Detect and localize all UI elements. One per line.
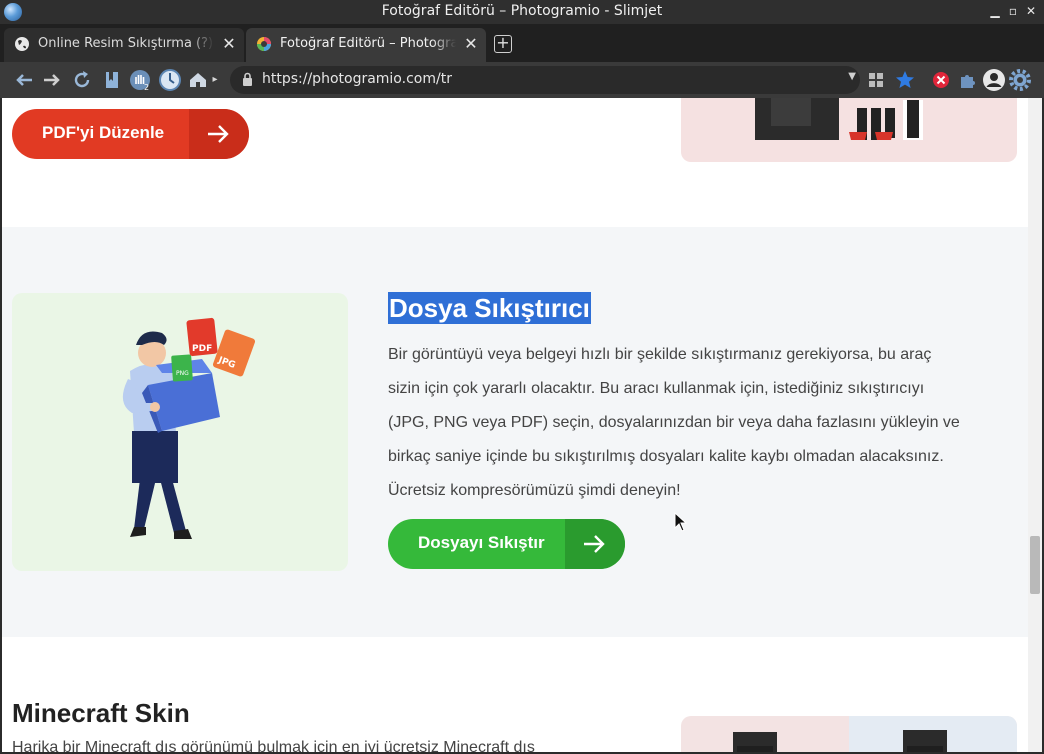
address-bar[interactable]: https://photogramio.com/tr ▼: [230, 66, 860, 94]
new-tab-button[interactable]: +: [494, 35, 512, 53]
arrow-right-icon: [565, 519, 625, 569]
browser-toolbar: 2 ▸ https://photogramio.com/tr ▼: [0, 62, 1044, 98]
window-titlebar: Fotoğraf Editörü – Photogramio - Slimjet…: [0, 0, 1044, 24]
bookmark-manager-icon[interactable]: [100, 68, 124, 92]
minecraft-skin-illustration: [681, 716, 1017, 752]
web-page: PDF'yi Düzenle PNG PDF JPG Dosya Sıkıştı…: [2, 98, 1028, 752]
description-line: Ücretsiz kompresörümüzü şimdi deneyin!: [388, 482, 681, 499]
stop-block-icon[interactable]: [929, 68, 953, 92]
vertical-scrollbar[interactable]: [1028, 98, 1042, 752]
compress-file-button[interactable]: Dosyayı Sıkıştır: [388, 519, 625, 569]
minecraft-description: Harika bir Minecraft dış görünümü bulmak…: [12, 739, 535, 752]
pdf-badge: PDF: [192, 344, 212, 354]
photogramio-icon: [257, 37, 271, 51]
edit-pdf-button-label: PDF'yi Düzenle: [42, 123, 165, 142]
arrow-right-icon: [189, 109, 249, 159]
close-window-icon[interactable]: ✕: [1023, 2, 1039, 20]
file-compressor-section: PNG PDF JPG Dosya Sıkıştırıcı Bir görünt…: [2, 227, 1028, 637]
description-line: Bir görüntüyü veya belgeyi hızlı bir şek…: [388, 346, 932, 363]
edit-pdf-button[interactable]: PDF'yi Düzenle: [12, 109, 249, 159]
mouse-cursor-icon: [674, 512, 688, 532]
extensions-puzzle-icon[interactable]: [956, 68, 980, 92]
tab-label: Fotoğraf Editörü – Photogramio: [280, 29, 456, 59]
description-line: (JPG, PNG veya PDF) seçin, dosyalarınızd…: [388, 414, 960, 431]
minecraft-heading: Minecraft Skin: [12, 698, 190, 728]
tab-fotograf-editoru[interactable]: Fotoğraf Editörü – Photogramio ✕: [246, 28, 486, 62]
more-bookmarks-chevron-icon[interactable]: ▸: [210, 68, 220, 92]
description-line: sizin için çok yararlı olacaktır. Bu ara…: [388, 380, 925, 397]
settings-gear-icon[interactable]: [1008, 68, 1032, 92]
scrollbar-thumb[interactable]: [1030, 536, 1040, 594]
star-bookmark-icon[interactable]: [893, 68, 917, 92]
window-frame-left: [0, 98, 2, 754]
back-arrow-icon[interactable]: [12, 68, 36, 92]
close-tab-icon[interactable]: ✕: [464, 29, 478, 59]
minimize-icon[interactable]: ▁: [987, 2, 1003, 20]
tab-online-resim[interactable]: Online Resim Sıkıştırma (?) | Tü ✕: [4, 28, 244, 62]
png-badge: PNG: [176, 370, 189, 377]
reload-icon[interactable]: [70, 68, 94, 92]
description-line: birkaç saniye içinde bu sıkıştırılmış do…: [388, 448, 944, 465]
compressor-illustration: PNG PDF JPG: [12, 293, 348, 571]
forward-arrow-icon[interactable]: [40, 68, 64, 92]
tab-label: Online Resim Sıkıştırma (?) | Tü: [38, 29, 214, 59]
globe-icon: [15, 37, 29, 51]
adblock-hand-icon[interactable]: 2: [128, 68, 152, 92]
tab-strip: Online Resim Sıkıştırma (?) | Tü ✕ Fotoğ…: [0, 24, 1044, 62]
section-heading: Dosya Sıkıştırıcı: [388, 292, 591, 324]
lock-icon: [243, 72, 252, 86]
tab-grid-icon[interactable]: [864, 68, 888, 92]
compress-file-button-label: Dosyayı Sıkıştır: [418, 533, 545, 552]
url-text: https://photogramio.com/tr: [262, 71, 452, 87]
user-account-icon[interactable]: [982, 68, 1006, 92]
close-tab-icon[interactable]: ✕: [222, 29, 236, 59]
maximize-icon[interactable]: ▫: [1005, 2, 1021, 20]
pdf-editor-illustration: [681, 98, 1017, 162]
speed-dial-icon[interactable]: [158, 68, 182, 92]
window-title: Fotoğraf Editörü – Photogramio - Slimjet: [381, 3, 663, 19]
svg-text:2: 2: [144, 83, 149, 92]
address-dropdown-icon[interactable]: ▼: [848, 71, 856, 82]
home-icon[interactable]: [186, 68, 210, 92]
section-description: Bir görüntüyü veya belgeyi hızlı bir şek…: [388, 338, 1013, 508]
